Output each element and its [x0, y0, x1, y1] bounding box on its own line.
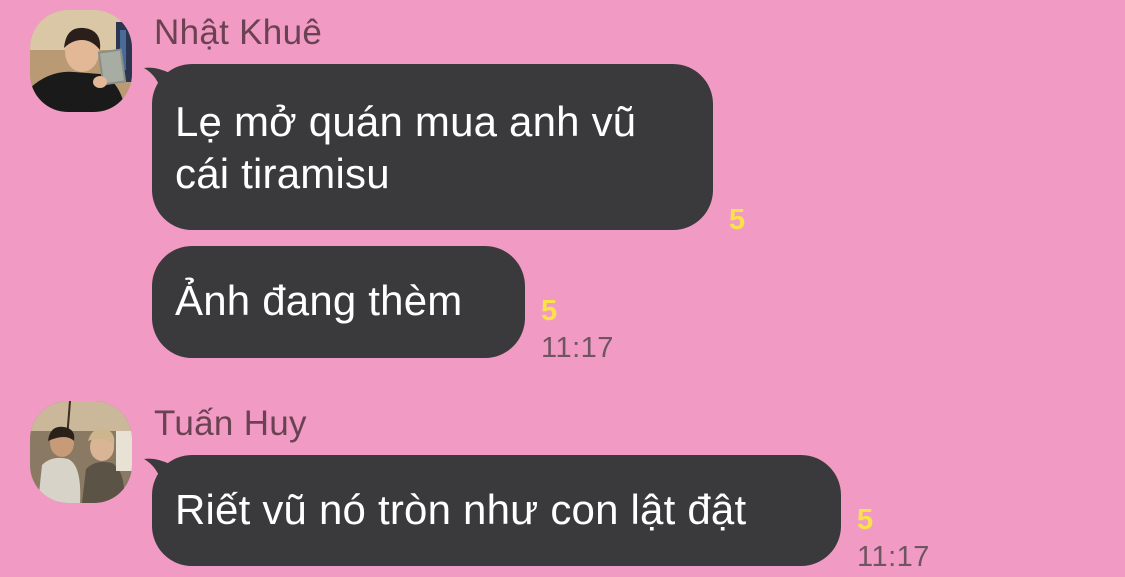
sender-name: Tuấn Huy: [154, 404, 307, 443]
read-count: 5: [541, 295, 558, 327]
two-people-photo-icon: [30, 401, 132, 503]
sender-name: Nhật Khuê: [154, 13, 323, 52]
chat-view: Nhật Khuê Lẹ mở quán mua anh vũ cái tira…: [0, 0, 1125, 577]
message-timestamp: 11:17: [857, 541, 930, 573]
read-count: 5: [729, 204, 746, 236]
message-text: Ảnh đang thèm: [175, 277, 463, 324]
message-timestamp: 11:17: [541, 332, 614, 364]
message-bubble[interactable]: Riết vũ nó tròn như con lật đật: [152, 455, 841, 566]
message-text: Lẹ mở quán mua anh vũ cái tiramisu: [175, 98, 637, 197]
person-reading-book-icon: [30, 10, 132, 112]
message-bubble[interactable]: Ảnh đang thèm: [152, 246, 525, 358]
read-count: 5: [857, 504, 874, 536]
message-bubble[interactable]: Lẹ mở quán mua anh vũ cái tiramisu: [152, 64, 713, 230]
avatar-tuan-huy[interactable]: [30, 401, 132, 503]
message-text: Riết vũ nó tròn như con lật đật: [175, 486, 747, 533]
avatar-nhat-khue[interactable]: [30, 10, 132, 112]
